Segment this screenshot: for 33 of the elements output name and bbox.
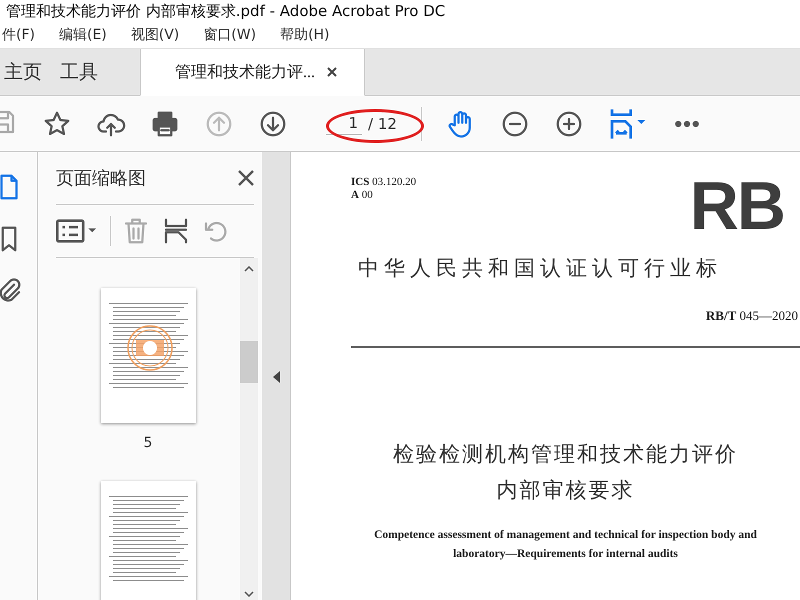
page-thumbnail[interactable] xyxy=(100,288,196,423)
menu-item[interactable]: 视图(V) xyxy=(126,26,192,44)
english-title: laboratory—Requirements for internal audits xyxy=(452,547,679,562)
page-count: / 12 xyxy=(368,114,397,132)
zoom-in-icon[interactable] xyxy=(554,108,584,138)
menu-item[interactable]: 窗口(W) xyxy=(199,26,268,44)
zoom-out-icon[interactable] xyxy=(500,108,530,138)
standard-number: RB/T 045—2020 xyxy=(704,308,798,324)
menu-item[interactable]: 件(F) xyxy=(0,26,47,44)
scroll-down-icon[interactable] xyxy=(244,591,254,597)
menu-item[interactable]: 编辑(E) xyxy=(54,26,119,44)
menu-item[interactable]: 帮助(H) xyxy=(276,26,342,44)
classification-code: A 00 xyxy=(351,189,374,202)
page-number-field[interactable]: 1 xyxy=(326,112,362,135)
document-title: 内部审核要求 xyxy=(496,477,636,504)
scrollbar-thumb[interactable] xyxy=(240,340,258,382)
english-title: Competence assessment of management and technical for inspection body and xyxy=(373,528,758,543)
document-title: 检验检测机构管理和技术能力评价 xyxy=(392,441,739,468)
standard-logo: RB xyxy=(690,178,784,234)
tab[interactable]: 主页 xyxy=(0,49,56,95)
close-icon[interactable] xyxy=(238,170,254,186)
classification-code: ICS 03.120.20 xyxy=(351,176,416,189)
tab[interactable]: 工具 xyxy=(56,49,112,95)
panel-title: 页面缩略图 xyxy=(56,167,146,190)
scroll-up-icon[interactable] xyxy=(244,266,254,272)
page-number-label: 5 xyxy=(144,435,152,451)
standard-category: 中华人民共和国认证认可行业标 xyxy=(358,255,723,282)
fit-page-icon[interactable] xyxy=(608,108,648,140)
close-icon[interactable] xyxy=(327,67,337,77)
print-icon[interactable] xyxy=(150,108,180,138)
page-thumbnail[interactable] xyxy=(100,481,196,600)
collapse-icon[interactable] xyxy=(271,370,281,384)
tab[interactable]: 管理和技术能力评... xyxy=(140,49,365,96)
